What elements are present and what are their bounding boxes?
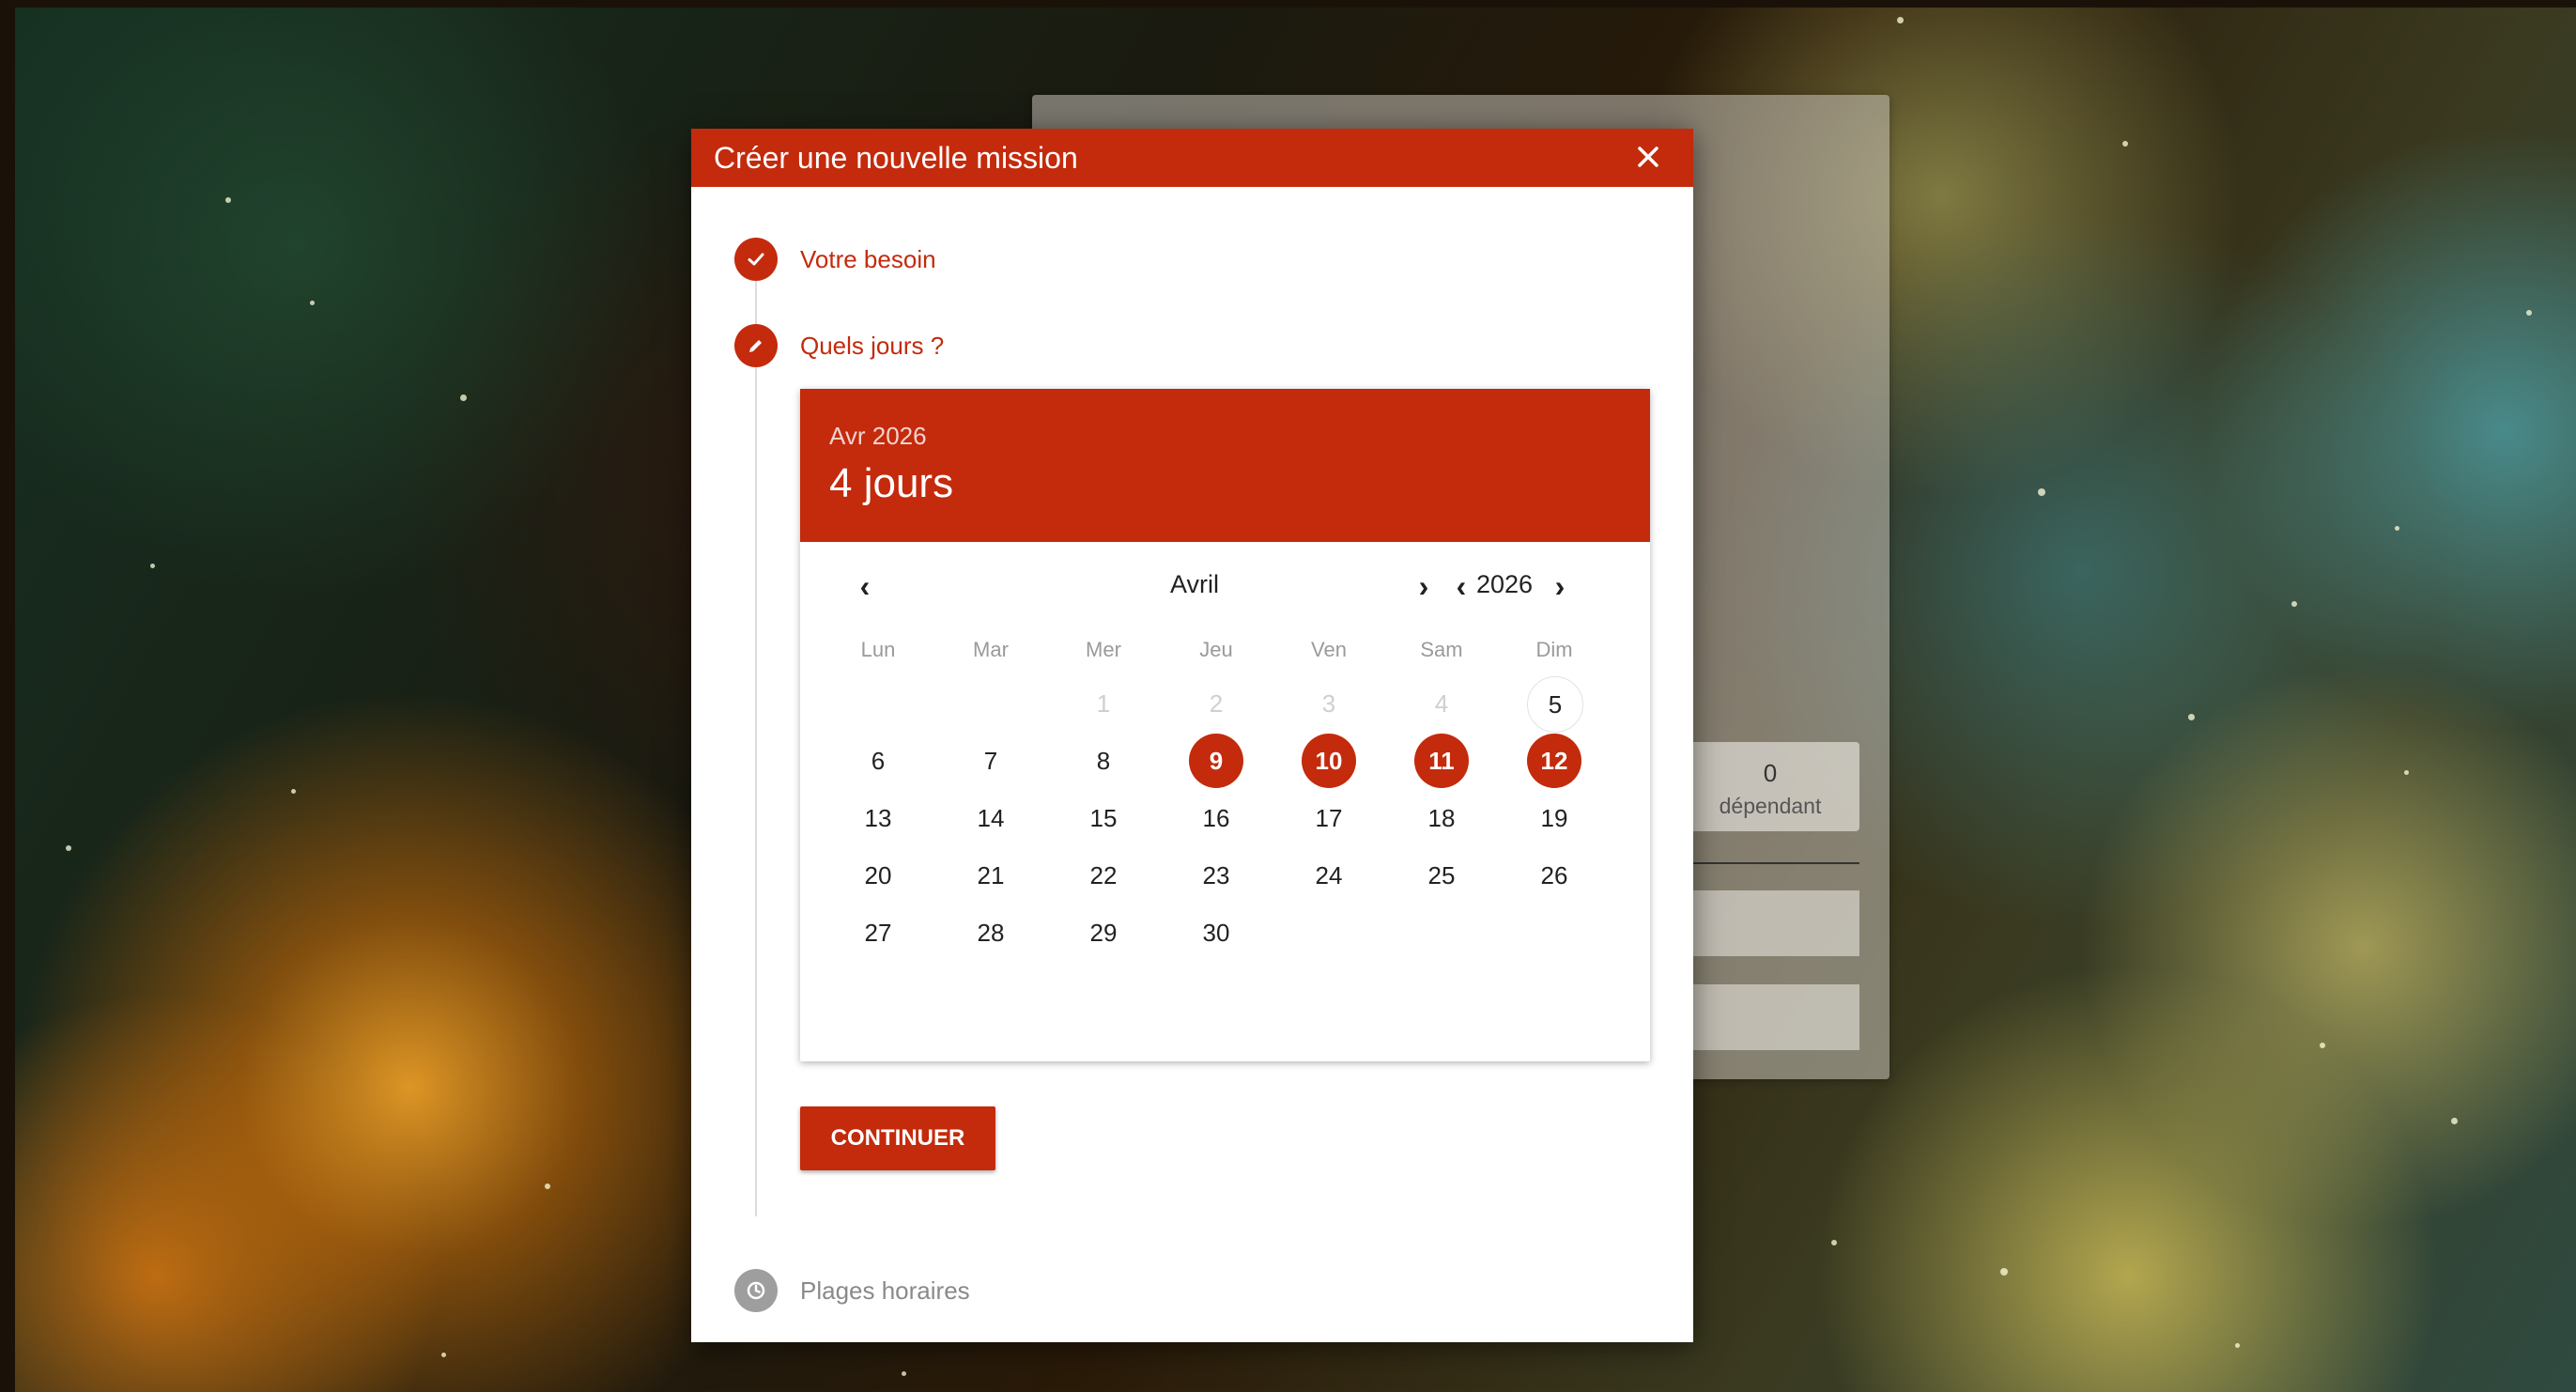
calendar-day[interactable]: 24 <box>1302 848 1356 903</box>
clock-icon <box>734 1269 778 1312</box>
calendar-day[interactable]: 21 <box>964 848 1018 903</box>
step-quels-jours[interactable]: Quels jours ? <box>734 324 944 367</box>
weekday-label: Mar <box>973 638 1009 661</box>
background-stat-card: 0 dépendant <box>1681 742 1859 831</box>
weekday-label: Mer <box>1086 638 1121 661</box>
chevron-left-icon: ‹ <box>1456 569 1467 603</box>
background-field <box>1690 984 1859 1050</box>
step-label: Quels jours ? <box>800 331 945 360</box>
calendar-day[interactable]: 19 <box>1527 791 1581 845</box>
calendar-day[interactable]: 7 <box>964 734 1018 788</box>
selected-days-count: 4 jours <box>829 460 954 506</box>
calendar-day[interactable]: 28 <box>964 905 1018 960</box>
sparkle <box>310 301 315 305</box>
step-label: Votre besoin <box>800 244 936 273</box>
sparkle <box>2122 141 2128 147</box>
background-field <box>1690 890 1859 956</box>
weekday-label: Dim <box>1535 638 1573 661</box>
calendar-day: 1 <box>1096 688 1111 718</box>
sparkle <box>2291 601 2297 607</box>
calendar-day[interactable]: 27 <box>851 905 905 960</box>
background-stat-value: 0 <box>1763 759 1778 787</box>
calendar-day[interactable]: 23 <box>1189 848 1243 903</box>
continue-button[interactable]: CONTINUER <box>800 1106 995 1170</box>
sparkle <box>2000 1268 2008 1276</box>
calendar-day[interactable]: 30 <box>1189 905 1243 960</box>
create-mission-modal: Créer une nouvelle mission Votre besoin … <box>691 129 1693 1342</box>
calendar-day: 2 <box>1209 688 1224 718</box>
sparkle <box>2526 310 2532 316</box>
background-stat-label: dépendant <box>1719 794 1822 818</box>
calendar-day[interactable]: 10 <box>1302 734 1356 788</box>
sparkle <box>2235 1343 2240 1348</box>
sparkle <box>545 1183 550 1189</box>
sparkle <box>2188 714 2195 720</box>
calendar-day[interactable]: 9 <box>1189 734 1243 788</box>
step-plages-horaires[interactable]: Plages horaires <box>734 1269 970 1312</box>
background-divider <box>1690 862 1859 864</box>
step-votre-besoin[interactable]: Votre besoin <box>734 238 936 281</box>
month-label: Avril <box>1169 570 1219 598</box>
calendar-day: 3 <box>1321 688 1336 718</box>
weekday-label: Jeu <box>1199 638 1233 661</box>
close-icon <box>1638 147 1658 167</box>
chevron-left-icon: ‹ <box>859 569 871 603</box>
stepper-line <box>755 268 757 1216</box>
sparkle <box>225 197 231 203</box>
calendar-day[interactable]: 6 <box>851 734 905 788</box>
year-label: 2026 <box>1475 570 1534 598</box>
chevron-right-icon: › <box>1554 569 1566 603</box>
calendar-day[interactable]: 14 <box>964 791 1018 845</box>
sparkle <box>2038 488 2045 496</box>
date-picker-header: Avr 2026 4 jours <box>800 389 1650 542</box>
chevron-right-icon: › <box>1418 569 1429 603</box>
calendar-day[interactable]: 8 <box>1076 734 1131 788</box>
sparkle <box>1831 1240 1837 1245</box>
selected-month-label: Avr 2026 <box>829 422 927 450</box>
sparkle <box>66 845 71 851</box>
calendar-day: 4 <box>1434 688 1449 718</box>
calendar-day[interactable]: 25 <box>1414 848 1469 903</box>
sparkle <box>441 1353 446 1357</box>
check-icon <box>734 238 778 281</box>
calendar-day[interactable]: 26 <box>1527 848 1581 903</box>
calendar-day[interactable]: 29 <box>1076 905 1131 960</box>
calendar-day[interactable]: 5 <box>1527 676 1583 733</box>
sparkle <box>291 789 296 794</box>
sparkle <box>460 394 467 401</box>
close-button[interactable] <box>1629 138 1667 176</box>
step-label: Plages horaires <box>800 1276 970 1305</box>
calendar-day[interactable]: 13 <box>851 791 905 845</box>
prev-month-button[interactable]: ‹ <box>849 567 881 605</box>
sparkle <box>2451 1118 2458 1124</box>
calendar-day[interactable]: 15 <box>1076 791 1131 845</box>
calendar-day[interactable]: 22 <box>1076 848 1131 903</box>
calendar-day[interactable]: 12 <box>1527 734 1581 788</box>
calendar-day[interactable]: 11 <box>1414 734 1469 788</box>
next-month-button[interactable]: › <box>1408 567 1440 605</box>
pencil-icon <box>734 324 778 367</box>
weekday-label: Sam <box>1420 638 1463 661</box>
sparkle <box>150 564 155 568</box>
weekday-label: Lun <box>860 638 896 661</box>
calendar-day[interactable]: 16 <box>1189 791 1243 845</box>
next-year-button[interactable]: › <box>1544 567 1576 605</box>
calendar-day[interactable]: 17 <box>1302 791 1356 845</box>
calendar-day[interactable]: 18 <box>1414 791 1469 845</box>
sparkle <box>2404 770 2409 775</box>
sparkle <box>2320 1043 2325 1048</box>
modal-header: Créer une nouvelle mission <box>691 129 1693 187</box>
modal-title: Créer une nouvelle mission <box>714 141 1078 175</box>
calendar-day[interactable]: 20 <box>851 848 905 903</box>
sparkle <box>1897 17 1904 23</box>
weekday-label: Ven <box>1311 638 1347 661</box>
date-picker: Avr 2026 4 jours ‹ Avril › ‹ 2026 › Lun M… <box>800 389 1650 1061</box>
sparkle <box>2395 526 2399 531</box>
sparkle <box>902 1371 906 1376</box>
